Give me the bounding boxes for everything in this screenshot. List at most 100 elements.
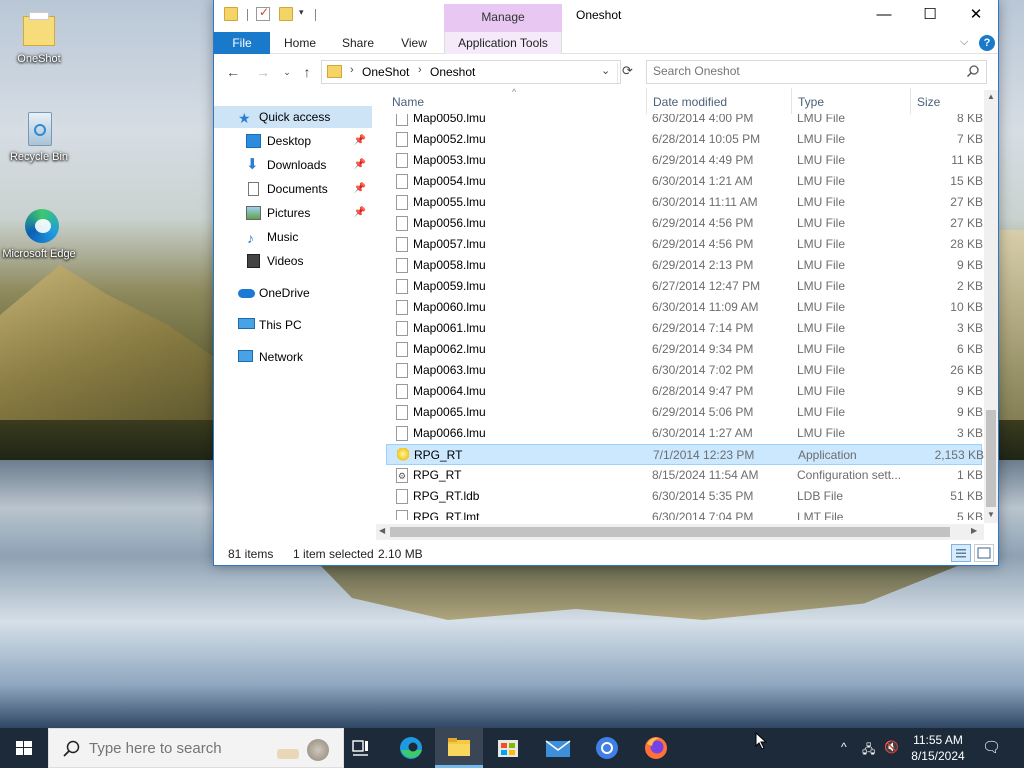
file-row[interactable]: Map0064.lmu 6/28/2014 9:47 PM LMU File 9 KB: [386, 381, 983, 402]
chevron-right-icon[interactable]: ›: [350, 64, 354, 76]
breadcrumb-oneshot[interactable]: OneShot: [362, 65, 409, 79]
details-view-button[interactable]: [951, 544, 971, 562]
file-row[interactable]: Map0062.lmu 6/29/2014 9:34 PM LMU File 6 KB: [386, 339, 983, 360]
file-row[interactable]: RPG_RT.lmt 6/30/2014 7:04 PM LMT File 5 KB: [386, 507, 983, 520]
maximize-button[interactable]: ☐: [907, 0, 953, 30]
back-arrow-icon[interactable]: ←: [223, 62, 243, 82]
clock[interactable]: 11:55 AM 8/15/2024: [905, 732, 971, 764]
pin-icon[interactable]: 📌: [354, 130, 366, 152]
nav-item-documents[interactable]: Documents 📌: [214, 178, 372, 200]
taskbar-search-box[interactable]: [48, 728, 344, 768]
chevron-down-icon[interactable]: ⌵: [960, 36, 968, 49]
tab-application-tools[interactable]: Application Tools: [444, 32, 562, 54]
tab-home[interactable]: Home: [276, 32, 324, 54]
taskbar-store[interactable]: [484, 728, 532, 768]
task-view-button[interactable]: [336, 728, 384, 768]
pin-icon[interactable]: 📌: [354, 154, 366, 176]
nav-item-videos[interactable]: Videos: [214, 250, 372, 272]
taskbar-mail[interactable]: [533, 728, 581, 768]
volume-muted-icon[interactable]: 🔇: [884, 740, 899, 754]
column-date-modified[interactable]: Date modified: [653, 95, 727, 109]
taskbar-search-input[interactable]: [89, 740, 269, 757]
column-type[interactable]: Type: [798, 95, 824, 109]
pin-icon[interactable]: 📌: [354, 202, 366, 224]
customize-qa-icon[interactable]: ▾: [299, 7, 304, 18]
taskbar-file-explorer[interactable]: [435, 728, 483, 768]
scroll-up-icon[interactable]: ▲: [984, 92, 998, 101]
tab-share[interactable]: Share: [334, 32, 382, 54]
file-row[interactable]: Map0052.lmu 6/28/2014 10:05 PM LMU File 7 K…: [386, 129, 983, 150]
file-type: LMU File: [797, 237, 846, 251]
new-folder-icon[interactable]: [279, 7, 293, 21]
nav-item-desktop[interactable]: Desktop 📌: [214, 130, 372, 152]
start-button[interactable]: [0, 728, 48, 768]
file-row[interactable]: Map0055.lmu 6/30/2014 11:11 AM LMU File 27 …: [386, 192, 983, 213]
tab-view[interactable]: View: [391, 32, 437, 54]
vertical-scrollbar[interactable]: ▲ ▼: [984, 90, 998, 523]
nav-item-downloads[interactable]: ⬇ Downloads 📌: [214, 154, 372, 176]
file-row[interactable]: Map0060.lmu 6/30/2014 11:09 AM LMU File 10 …: [386, 297, 983, 318]
windows-logo-icon: [16, 741, 32, 755]
file-row[interactable]: Map0054.lmu 6/30/2014 1:21 AM LMU File 15 K…: [386, 171, 983, 192]
refresh-icon[interactable]: ⟳: [617, 63, 637, 83]
file-row[interactable]: Map0053.lmu 6/29/2014 4:49 PM LMU File 11 K…: [386, 150, 983, 171]
pin-icon[interactable]: 📌: [354, 178, 366, 200]
column-divider[interactable]: [910, 88, 911, 114]
firefox-icon: [645, 737, 667, 759]
file-row[interactable]: Map0066.lmu 6/30/2014 1:27 AM LMU File 3 KB: [386, 423, 983, 444]
taskbar-edge[interactable]: [387, 728, 435, 768]
file-row[interactable]: Map0059.lmu 6/27/2014 12:47 PM LMU File 2 K…: [386, 276, 983, 297]
chevron-down-icon[interactable]: ⌄: [601, 64, 610, 77]
search-icon[interactable]: [966, 64, 980, 78]
scroll-right-icon[interactable]: ▶: [971, 526, 977, 535]
scroll-left-icon[interactable]: ◀: [379, 526, 385, 535]
file-row[interactable]: RPG_RT.ldb 6/30/2014 5:35 PM LDB File 51 KB: [386, 486, 983, 507]
network-status-icon[interactable]: 🖧: [862, 740, 875, 761]
file-row[interactable]: ⚙ RPG_RT 8/15/2024 11:54 AM Configuration s…: [386, 465, 983, 486]
scroll-thumb[interactable]: [390, 527, 950, 537]
desktop-icon-oneshot[interactable]: OneShot: [1, 10, 77, 66]
search-box[interactable]: [646, 60, 987, 84]
notifications-icon[interactable]: 🗨: [982, 738, 1001, 756]
recent-locations-icon[interactable]: ⌄: [277, 62, 297, 82]
tab-file[interactable]: File: [214, 32, 270, 54]
desktop-icon-recycle-bin[interactable]: Recycle Bin: [1, 108, 77, 164]
file-row[interactable]: Map0065.lmu 6/29/2014 5:06 PM LMU File 9 KB: [386, 402, 983, 423]
nav-item-onedrive[interactable]: OneDrive: [214, 282, 372, 304]
forward-arrow-icon[interactable]: →: [253, 62, 273, 82]
nav-item-pictures[interactable]: Pictures 📌: [214, 202, 372, 224]
column-size[interactable]: Size: [917, 95, 940, 109]
column-divider[interactable]: [791, 88, 792, 114]
manage-tab[interactable]: Manage: [444, 4, 562, 32]
desktop-icon-edge[interactable]: Microsoft Edge: [1, 205, 77, 261]
file-row[interactable]: Map0057.lmu 6/29/2014 4:56 PM LMU File 28 K…: [386, 234, 983, 255]
chevron-right-icon[interactable]: ›: [418, 64, 422, 76]
nav-item-this-pc[interactable]: This PC: [214, 314, 372, 336]
minimize-button[interactable]: —: [861, 0, 907, 30]
up-arrow-icon[interactable]: ↑: [297, 62, 317, 82]
column-divider[interactable]: [646, 88, 647, 114]
close-button[interactable]: ✕: [953, 0, 999, 30]
file-row[interactable]: Map0061.lmu 6/29/2014 7:14 PM LMU File 3 KB: [386, 318, 983, 339]
file-row[interactable]: Map0063.lmu 6/30/2014 7:02 PM LMU File 26 K…: [386, 360, 983, 381]
column-name[interactable]: Name: [392, 95, 424, 109]
scroll-down-icon[interactable]: ▼: [984, 510, 998, 519]
properties-icon[interactable]: ✓: [256, 5, 270, 21]
nav-item-music[interactable]: ♪ Music: [214, 226, 372, 248]
address-bar[interactable]: › OneShot › Oneshot ⌄: [321, 60, 621, 84]
chevron-up-icon[interactable]: ^: [841, 740, 847, 754]
help-icon[interactable]: ?: [979, 35, 995, 51]
horizontal-scrollbar[interactable]: ◀ ▶: [376, 524, 984, 540]
taskbar-firefox[interactable]: [631, 728, 679, 768]
file-row[interactable]: Map0058.lmu 6/29/2014 2:13 PM LMU File 9 KB: [386, 255, 983, 276]
large-icons-view-button[interactable]: [974, 544, 994, 562]
breadcrumb-oneshot-sub[interactable]: Oneshot: [430, 65, 475, 79]
nav-item-quick-access[interactable]: ★ Quick access: [214, 106, 372, 128]
taskbar-chrome[interactable]: [582, 728, 630, 768]
file-row[interactable]: Map0056.lmu 6/29/2014 4:56 PM LMU File 27 K…: [386, 213, 983, 234]
nav-item-network[interactable]: Network: [214, 346, 372, 368]
title-bar[interactable]: ✓ ▾ Manage Oneshot — ☐ ✕: [214, 0, 998, 32]
file-row[interactable]: RPG_RT 7/1/2014 12:23 PM Application 2,153 …: [386, 444, 984, 465]
search-input[interactable]: [653, 64, 953, 78]
scroll-thumb[interactable]: [986, 410, 996, 507]
